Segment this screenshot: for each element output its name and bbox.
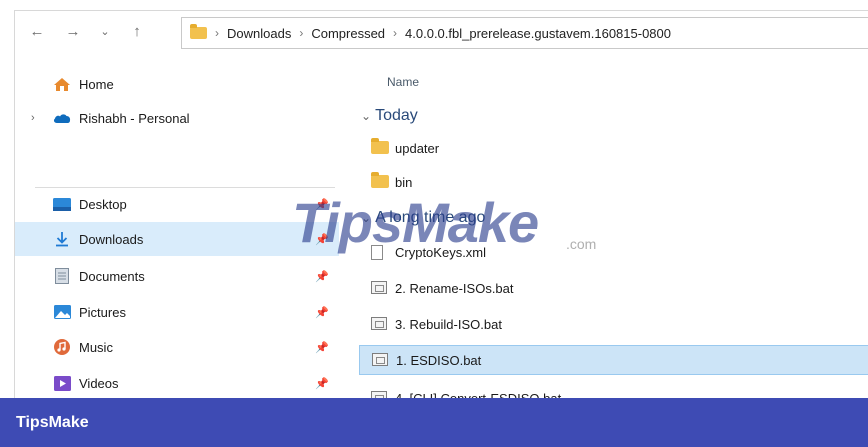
column-header-name[interactable]: Name xyxy=(387,75,419,89)
group-header-today[interactable]: ⌄ Today xyxy=(361,107,418,125)
pin-icon[interactable]: 📌 xyxy=(315,233,329,246)
breadcrumb-downloads[interactable]: Downloads xyxy=(227,26,291,41)
watermark-suffix: .com xyxy=(566,236,597,252)
file-name: 2. Rename-ISOs.bat xyxy=(395,280,514,296)
batch-file-icon xyxy=(372,353,390,367)
nav-label-videos: Videos xyxy=(79,375,119,391)
batch-file-icon xyxy=(371,281,389,295)
pin-icon[interactable]: 📌 xyxy=(315,198,329,211)
nav-item-downloads[interactable]: Downloads 📌 xyxy=(15,222,339,256)
navigation-pane: Home › Rishabh - Personal Desktop 📌 Down… xyxy=(15,59,339,399)
breadcrumb-current-folder[interactable]: 4.0.0.0.fbl_prerelease.gustavem.160815-0… xyxy=(405,26,671,41)
nav-item-home[interactable]: Home xyxy=(15,67,339,101)
breadcrumb-separator-icon: › xyxy=(299,26,304,40)
file-name: updater xyxy=(395,140,440,156)
file-row-bin[interactable]: bin xyxy=(359,167,868,197)
nav-item-videos[interactable]: Videos 📌 xyxy=(15,366,339,399)
nav-label-pictures: Pictures xyxy=(79,304,126,320)
downloads-icon xyxy=(53,232,71,247)
nav-label-onedrive: Rishabh - Personal xyxy=(79,110,190,126)
brand-name: TipsMake xyxy=(16,413,89,431)
recent-locations-chevron-icon[interactable]: ⌄ xyxy=(95,21,115,41)
file-row-cryptokeys[interactable]: CryptoKeys.xml xyxy=(359,237,868,267)
nav-item-pictures[interactable]: Pictures 📌 xyxy=(15,295,339,329)
pin-icon[interactable]: 📌 xyxy=(315,306,329,319)
file-row-esdiso[interactable]: 1. ESDISO.bat xyxy=(359,345,868,375)
expand-chevron-icon[interactable]: › xyxy=(31,112,35,124)
nav-item-documents[interactable]: Documents 📌 xyxy=(15,259,339,293)
nav-item-music[interactable]: Music 📌 xyxy=(15,330,339,364)
pin-icon[interactable]: 📌 xyxy=(315,377,329,390)
xml-file-icon xyxy=(371,245,389,260)
address-field[interactable]: › Downloads › Compressed › 4.0.0.0.fbl_p… xyxy=(181,17,868,49)
group-header-a-long-time-ago[interactable]: ⌄ A long time ago xyxy=(361,209,485,227)
folder-icon xyxy=(371,172,389,189)
file-row-convert-esdiso[interactable]: 4. [CLI] Convert-ESDISO.bat xyxy=(359,383,868,399)
home-icon xyxy=(53,77,71,91)
nav-label-documents: Documents xyxy=(79,268,145,284)
file-row-rename-isos[interactable]: 2. Rename-ISOs.bat xyxy=(359,273,868,303)
group-title: Today xyxy=(375,107,418,124)
folder-icon xyxy=(190,24,207,39)
breadcrumb-compressed[interactable]: Compressed xyxy=(311,26,385,41)
folder-icon xyxy=(371,138,389,155)
nav-item-desktop[interactable]: Desktop 📌 xyxy=(15,187,339,221)
onedrive-icon xyxy=(53,111,71,125)
group-title: A long time ago xyxy=(375,209,486,226)
brand-bar: TipsMake xyxy=(0,398,868,447)
nav-label-home: Home xyxy=(79,76,114,92)
pin-icon[interactable]: 📌 xyxy=(315,270,329,283)
file-name: 3. Rebuild-ISO.bat xyxy=(395,316,502,332)
file-explorer-window: ← → ⌄ ↑ › Downloads › Compressed › 4.0.0… xyxy=(14,10,868,399)
back-arrow-icon[interactable]: ← xyxy=(27,21,47,41)
nav-item-onedrive[interactable]: › Rishabh - Personal xyxy=(15,101,339,135)
documents-icon xyxy=(53,268,71,284)
breadcrumb-separator-icon: › xyxy=(393,26,398,40)
music-icon xyxy=(53,339,71,355)
file-list-pane: Name ⌄ Today updater bin ⌄ A long time a… xyxy=(339,59,868,399)
file-row-rebuild-iso[interactable]: 3. Rebuild-ISO.bat xyxy=(359,309,868,339)
up-arrow-icon[interactable]: ↑ xyxy=(127,21,147,41)
batch-file-icon xyxy=(371,317,389,331)
videos-icon xyxy=(53,375,71,391)
breadcrumb-separator-icon: › xyxy=(215,26,219,40)
pin-icon[interactable]: 📌 xyxy=(315,341,329,354)
nav-label-music: Music xyxy=(79,339,113,355)
forward-arrow-icon[interactable]: → xyxy=(63,21,83,41)
file-row-updater[interactable]: updater xyxy=(359,133,868,163)
nav-label-desktop: Desktop xyxy=(79,196,127,212)
address-bar: ← → ⌄ ↑ › Downloads › Compressed › 4.0.0… xyxy=(15,11,868,53)
file-name: 1. ESDISO.bat xyxy=(396,352,482,368)
file-name: bin xyxy=(395,174,413,190)
collapse-chevron-icon: ⌄ xyxy=(361,109,372,123)
pictures-icon xyxy=(53,305,71,319)
nav-label-downloads: Downloads xyxy=(79,231,144,247)
file-name: CryptoKeys.xml xyxy=(395,244,487,260)
desktop-icon xyxy=(53,197,71,211)
collapse-chevron-icon: ⌄ xyxy=(361,211,372,225)
